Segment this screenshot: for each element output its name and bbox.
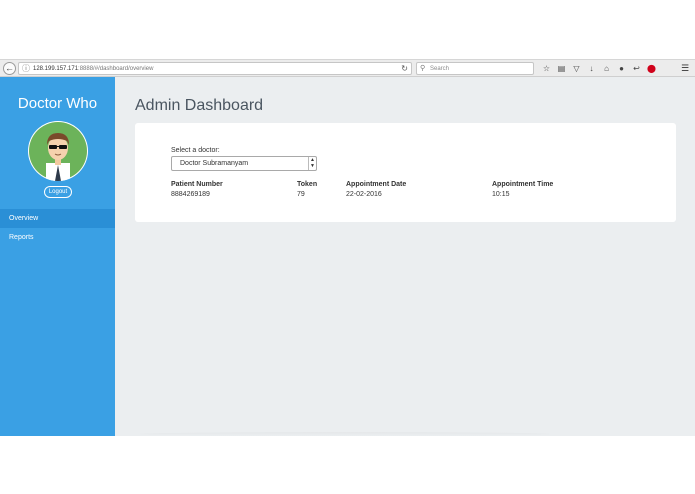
sidebar-item-overview[interactable]: Overview [0,209,115,228]
back-arrow-icon[interactable]: ← [3,62,16,75]
column-header-appointment-time: Appointment Time [492,181,554,188]
clipboard-icon[interactable]: ▤ [556,62,567,75]
url-path: :8888/#/dashboard/overview [78,66,154,72]
main-content: Admin Dashboard Select a doctor: Doctor … [115,77,695,436]
search-icon: ⚲ [420,65,426,72]
menu-icon[interactable]: ☰ [680,62,690,75]
doctor-select[interactable]: Doctor Subramanyam ▲ ▼ [171,156,317,171]
home-icon[interactable]: ⌂ [601,62,612,75]
browser-toolbar: ← ⓘ 128.199.157.171:8888/#/dashboard/ove… [0,59,695,77]
search-placeholder: Search [430,66,450,72]
cell-patient-number: 8884269189 [171,191,210,198]
doctor-avatar-icon [29,122,87,181]
doctor-select-value: Doctor Subramanyam [180,160,249,167]
logout-button[interactable]: Logout [44,186,72,198]
doctor-select-label: Select a doctor: [171,147,220,154]
sidebar-item-reports[interactable]: Reports [0,228,115,247]
chat-icon[interactable]: ● [616,62,627,75]
avatar [28,121,88,181]
browser-search-box[interactable]: ⚲ Search [416,62,534,75]
url-host: 128.199.157.171 [33,66,79,72]
sidebar: Doctor Who Logout Overview Reports [0,77,115,436]
site-info-icon[interactable]: ⓘ [22,63,30,75]
column-header-appointment-date: Appointment Date [346,181,407,188]
cell-appointment-date: 22-02-2016 [346,191,382,198]
column-header-patient-number: Patient Number [171,181,223,188]
url-text: 128.199.157.171:8888/#/dashboard/overvie… [33,63,153,75]
cell-token: 79 [297,191,305,198]
top-margin [0,0,695,59]
star-icon[interactable]: ☆ [541,62,552,75]
bottom-margin [0,436,695,494]
brand-title: Doctor Who [17,95,98,112]
pocket-icon[interactable]: ▽ [571,62,582,75]
appointments-panel: Select a doctor: Doctor Subramanyam ▲ ▼ P… [135,123,676,222]
select-arrow-icon: ▲ ▼ [308,157,316,170]
page-title: Admin Dashboard [135,97,264,114]
column-header-token: Token [297,181,318,188]
reload-icon[interactable]: ↻ [401,63,408,75]
address-bar[interactable]: ⓘ 128.199.157.171:8888/#/dashboard/overv… [18,62,412,75]
reply-icon[interactable]: ↩ [631,62,642,75]
adblock-icon[interactable]: ⬤ [646,62,657,75]
download-icon[interactable]: ↓ [586,62,597,75]
toolbar-icon-group: ☆ ▤ ▽ ↓ ⌂ ● ↩ ⬤ [541,62,657,75]
cell-appointment-time: 10:15 [492,191,510,198]
